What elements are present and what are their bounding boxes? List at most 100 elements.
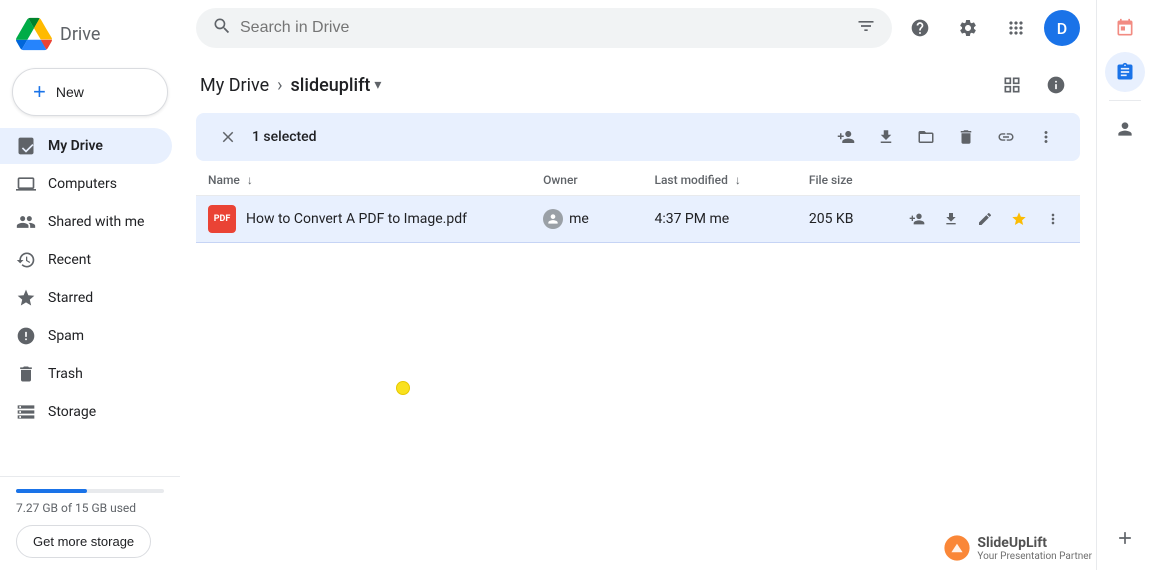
right-panel	[1096, 0, 1152, 570]
file-area: Name ↓ Owner Last modified ↓ File size	[180, 165, 1096, 570]
watermark: SlideUpLift Your Presentation Partner	[943, 534, 1092, 562]
grid-view-button[interactable]	[992, 65, 1032, 105]
row-more-button[interactable]	[1038, 204, 1068, 234]
file-owner-cell: me	[531, 196, 642, 243]
download-button[interactable]	[868, 119, 904, 155]
starred-icon	[16, 288, 36, 308]
avatar[interactable]: D	[1044, 10, 1080, 46]
action-icons	[828, 119, 1064, 155]
topbar: D	[180, 0, 1096, 57]
breadcrumb-current-label: slideuplift	[291, 75, 371, 96]
sidebar-item-storage[interactable]: Storage	[0, 394, 172, 430]
info-button[interactable]	[1036, 65, 1076, 105]
search-bar[interactable]	[196, 8, 892, 48]
sidebar-item-label-starred: Starred	[48, 290, 93, 306]
file-owner: me	[569, 211, 589, 227]
action-bar: 1 selected	[196, 113, 1080, 161]
sidebar-item-label-storage: Storage	[48, 404, 96, 420]
col-header-actions	[890, 165, 1080, 196]
right-panel-tasks[interactable]	[1105, 52, 1145, 92]
storage-section: 7.27 GB of 15 GB used Get more storage	[0, 476, 180, 570]
sidebar-item-label-spam: Spam	[48, 328, 84, 344]
new-button[interactable]: + New	[12, 68, 168, 116]
sidebar-item-my-drive[interactable]: My Drive	[0, 128, 172, 164]
row-star-button[interactable]	[1004, 204, 1034, 234]
topbar-icons: D	[900, 8, 1080, 48]
slideuplift-icon	[943, 534, 971, 562]
selected-count: 1 selected	[252, 129, 824, 145]
file-modified-cell: 4:37 PM me	[642, 196, 796, 243]
filter-icon[interactable]	[856, 16, 876, 40]
sidebar-item-recent[interactable]: Recent	[0, 242, 172, 278]
my-drive-icon	[16, 136, 36, 156]
right-panel-calendar[interactable]	[1105, 8, 1145, 48]
sidebar-nav: My Drive Computers Shared with me Recent…	[0, 128, 180, 476]
sidebar-item-label-my-drive: My Drive	[48, 138, 103, 154]
storage-icon	[16, 402, 36, 422]
row-edit-button[interactable]	[970, 204, 1000, 234]
sidebar-item-starred[interactable]: Starred	[0, 280, 172, 316]
storage-bar	[16, 489, 164, 493]
sidebar-item-label-trash: Trash	[48, 366, 83, 382]
breadcrumb-separator: ›	[277, 75, 282, 96]
sort-arrow-modified: ↓	[735, 173, 741, 187]
sidebar-item-label-computers: Computers	[48, 176, 117, 192]
search-input[interactable]	[240, 19, 848, 37]
more-actions-button[interactable]	[1028, 119, 1064, 155]
new-button-label: New	[56, 84, 84, 100]
file-size-cell: 205 KB	[797, 196, 890, 243]
shared-icon	[16, 212, 36, 232]
apps-button[interactable]	[996, 8, 1036, 48]
col-header-owner: Owner	[531, 165, 642, 196]
plus-icon: +	[33, 79, 46, 105]
right-panel-contacts[interactable]	[1105, 109, 1145, 149]
share-button[interactable]	[828, 119, 864, 155]
sidebar: Drive + New My Drive Computers Shared wi…	[0, 0, 180, 570]
breadcrumb: My Drive › slideuplift ▾	[180, 57, 1096, 109]
storage-bar-fill	[16, 489, 87, 493]
move-to-button[interactable]	[908, 119, 944, 155]
file-modified: 4:37 PM me	[654, 211, 729, 227]
close-selection-button[interactable]	[212, 121, 244, 153]
file-table: Name ↓ Owner Last modified ↓ File size	[196, 165, 1080, 243]
row-download-button[interactable]	[936, 204, 966, 234]
settings-button[interactable]	[948, 8, 988, 48]
watermark-sub: Your Presentation Partner	[977, 551, 1092, 562]
breadcrumb-current[interactable]: slideuplift ▾	[291, 75, 382, 96]
pdf-icon: PDF	[208, 205, 236, 233]
storage-text: 7.27 GB of 15 GB used	[16, 501, 164, 515]
sidebar-item-trash[interactable]: Trash	[0, 356, 172, 392]
file-row-actions	[890, 196, 1080, 243]
file-name-cell: PDF How to Convert A PDF to Image.pdf	[196, 196, 531, 243]
delete-button[interactable]	[948, 119, 984, 155]
sidebar-item-label-recent: Recent	[48, 252, 91, 268]
col-header-modified[interactable]: Last modified ↓	[642, 165, 796, 196]
breadcrumb-dropdown-icon: ▾	[374, 77, 381, 93]
file-size: 205 KB	[809, 211, 854, 227]
app-title: Drive	[60, 24, 100, 45]
recent-icon	[16, 250, 36, 270]
sidebar-item-shared[interactable]: Shared with me	[0, 204, 172, 240]
sidebar-item-computers[interactable]: Computers	[0, 166, 172, 202]
right-panel-add[interactable]	[1105, 518, 1145, 558]
row-share-button[interactable]	[902, 204, 932, 234]
app-logo: Drive	[0, 8, 180, 68]
sidebar-item-label-shared: Shared with me	[48, 214, 144, 230]
breadcrumb-root[interactable]: My Drive	[200, 75, 269, 96]
spam-icon	[16, 326, 36, 346]
trash-icon	[16, 364, 36, 384]
watermark-brand: SlideUpLift	[977, 535, 1092, 551]
owner-avatar	[543, 209, 563, 229]
get-more-storage-button[interactable]: Get more storage	[16, 525, 151, 558]
col-header-size: File size	[797, 165, 890, 196]
sidebar-item-spam[interactable]: Spam	[0, 318, 172, 354]
file-name: How to Convert A PDF to Image.pdf	[246, 211, 467, 227]
drive-logo-icon	[16, 16, 52, 52]
get-link-button[interactable]	[988, 119, 1024, 155]
search-icon	[212, 16, 232, 40]
main-content: D My Drive › slideuplift ▾ 1 selected	[180, 0, 1096, 570]
help-button[interactable]	[900, 8, 940, 48]
table-row[interactable]: PDF How to Convert A PDF to Image.pdf me	[196, 196, 1080, 243]
col-header-name[interactable]: Name ↓	[196, 165, 531, 196]
sort-arrow-name: ↓	[247, 173, 253, 187]
